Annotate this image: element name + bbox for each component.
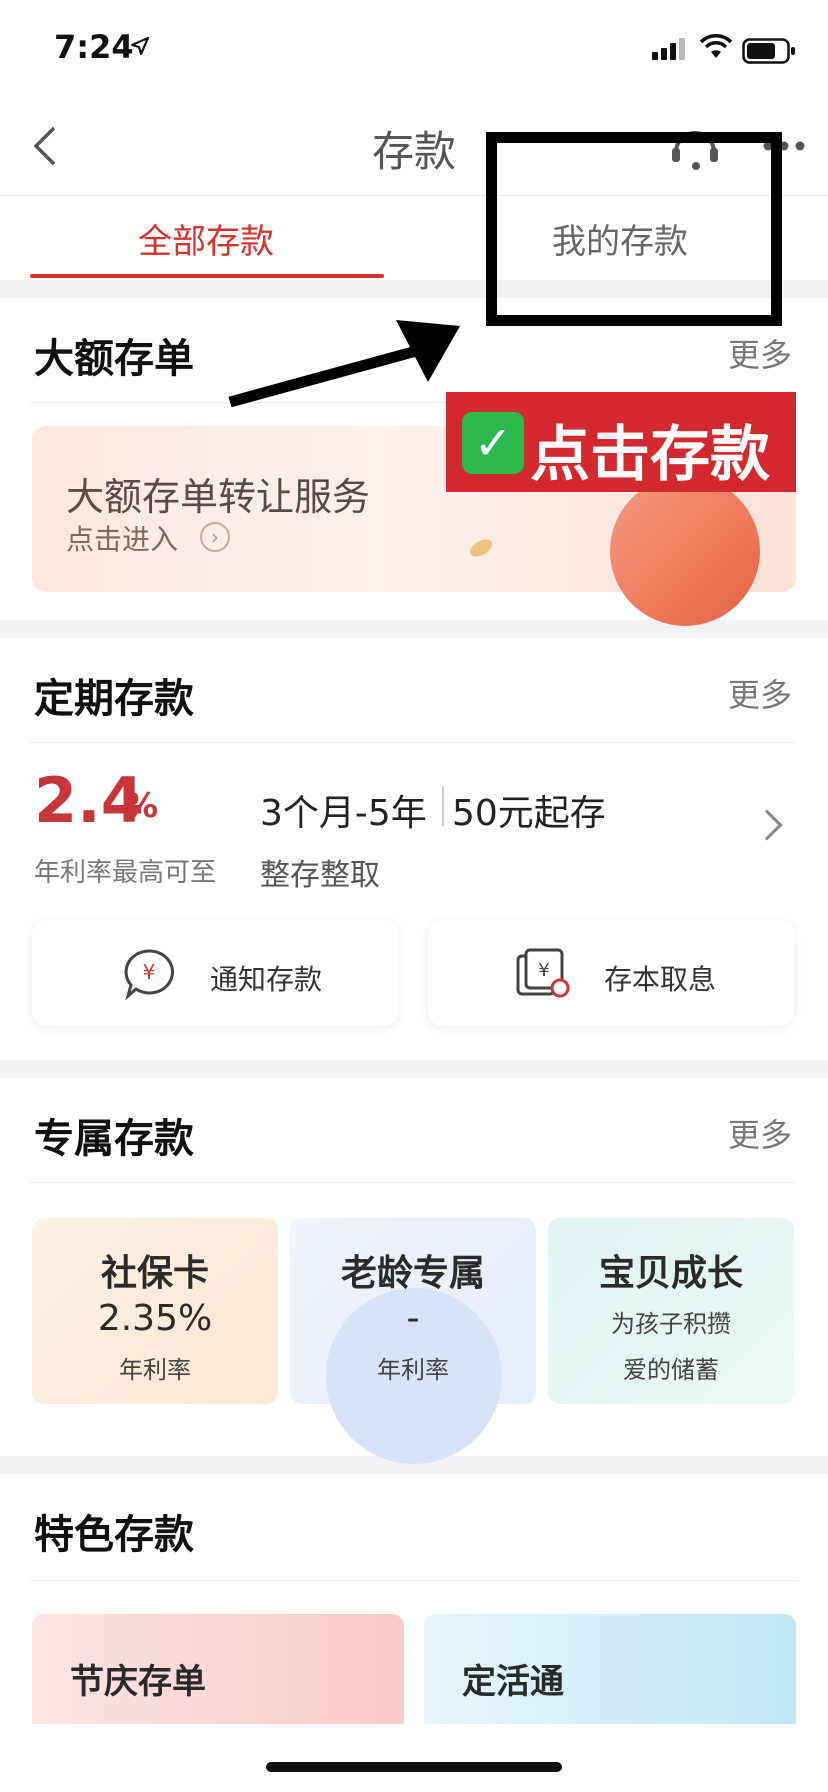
status-time: 7:24 bbox=[54, 28, 134, 66]
large-cd-more-link[interactable]: 更多 bbox=[728, 330, 792, 376]
annotation-badge-text: 点击存款 bbox=[530, 420, 770, 490]
interest-withdrawal-label: 存本取息 bbox=[604, 963, 717, 996]
max-rate-caption: 年利率最高可至 bbox=[34, 858, 217, 888]
exclusive-deposit-more-link[interactable]: 更多 bbox=[728, 1110, 792, 1156]
special-deposit-title: 特色存款 bbox=[34, 1512, 194, 1558]
section-divider bbox=[30, 1580, 798, 1581]
yuan-chat-icon: ¥ bbox=[124, 949, 174, 1000]
deposit-page: 7:24 存款 全部存款 我的存款 大额存单 更多 大额存单转让服务 点击进入 … bbox=[0, 0, 828, 1792]
check-mark-icon: ✓ bbox=[462, 412, 524, 474]
deposit-type: 整存整取 bbox=[260, 858, 380, 893]
battery-icon bbox=[742, 38, 795, 64]
home-indicator bbox=[266, 1762, 562, 1772]
exclusive-item-title: 老龄专属 bbox=[340, 1253, 485, 1294]
min-amount: 50元起存 bbox=[452, 793, 606, 834]
section-divider bbox=[30, 742, 798, 743]
exclusive-deposit-title: 专属存款 bbox=[34, 1116, 194, 1162]
banner-subtitle: 点击进入 bbox=[66, 523, 179, 556]
annotation-arrow-icon bbox=[228, 320, 460, 408]
chevron-right-circle-icon: › bbox=[200, 522, 230, 552]
tab-all-deposits[interactable]: 全部存款 bbox=[30, 214, 382, 263]
location-arrow-icon bbox=[130, 36, 150, 56]
exclusive-item-sub: 年利率 bbox=[377, 1356, 449, 1384]
banner-title: 大额存单转让服务 bbox=[66, 475, 371, 519]
special-item-title: 节庆存单 bbox=[70, 1662, 206, 1702]
svg-text:¥: ¥ bbox=[538, 960, 549, 981]
annotation-highlight-box bbox=[486, 132, 782, 326]
exclusive-item-sub: 爱的储蓄 bbox=[623, 1356, 719, 1384]
active-tab-indicator bbox=[30, 274, 384, 278]
exclusive-item-value: 2.35% bbox=[97, 1298, 213, 1339]
section-divider bbox=[30, 1182, 798, 1183]
exclusive-item-sub: 年利率 bbox=[119, 1356, 191, 1384]
max-rate-unit: % bbox=[124, 786, 159, 826]
term-separator bbox=[442, 786, 444, 826]
notice-deposit-label: 通知存款 bbox=[210, 963, 323, 996]
svg-text:¥: ¥ bbox=[143, 960, 156, 984]
cellular-signal-icon bbox=[652, 38, 685, 60]
exclusive-item-sub: 为孩子积攒 bbox=[611, 1310, 731, 1338]
fixed-deposit-more-link[interactable]: 更多 bbox=[728, 670, 792, 716]
exclusive-item-title: 社保卡 bbox=[100, 1253, 209, 1294]
large-cd-title: 大额存单 bbox=[34, 336, 194, 382]
special-item-title: 定活通 bbox=[462, 1662, 564, 1702]
exclusive-item-title: 宝贝成长 bbox=[598, 1253, 743, 1294]
coin-decoration-icon bbox=[470, 539, 492, 557]
banner-decoration bbox=[610, 476, 760, 626]
fixed-deposit-title: 定期存款 bbox=[34, 676, 194, 722]
exclusive-item-value: - bbox=[406, 1298, 420, 1339]
wifi-icon bbox=[700, 34, 732, 58]
deposit-term: 3个月-5年 bbox=[260, 793, 427, 834]
yuan-card-icon: ¥ bbox=[516, 948, 570, 998]
